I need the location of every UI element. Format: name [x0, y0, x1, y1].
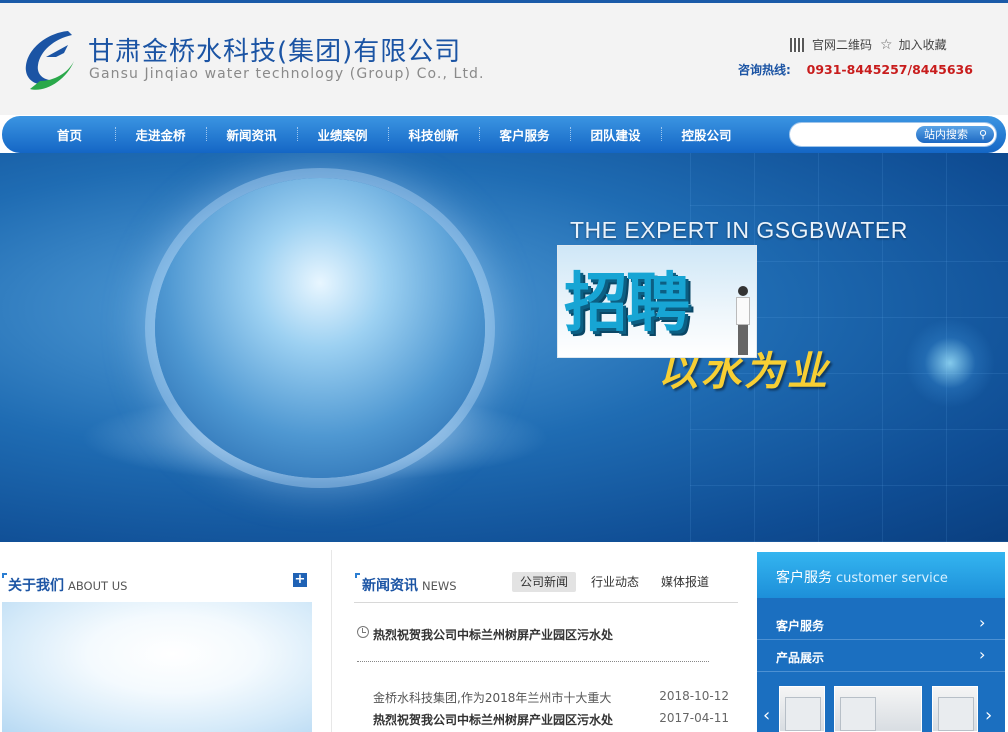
tab-industry-news[interactable]: 行业动态: [583, 572, 647, 592]
add-favorite-link[interactable]: 加入收藏: [899, 36, 947, 53]
product-thumbnail[interactable]: [834, 686, 922, 732]
more-plus-icon[interactable]: +: [293, 573, 307, 587]
logo-icon[interactable]: [16, 23, 80, 95]
site-header: 甘肃金桥水科技(集团)有限公司 Gansu Jinqiao water tech…: [0, 3, 1008, 115]
star-icon: ☆: [880, 36, 893, 53]
about-title: 关于我们 ABOUT US: [8, 575, 127, 595]
nav-item-innovation[interactable]: 科技创新: [388, 125, 479, 144]
product-thumbnail[interactable]: [932, 686, 978, 732]
brand-name-en: Gansu Jinqiao water technology (Group) C…: [89, 66, 485, 82]
service-link-label: 客户服务: [776, 619, 825, 633]
tab-company-news[interactable]: 公司新闻: [512, 572, 577, 592]
search-button-label: 站内搜索: [924, 128, 968, 141]
recruitment-popup[interactable]: 招聘: [557, 245, 757, 358]
hero-banner[interactable]: THE EXPERT IN GSGBWATER 以水为业 招聘: [0, 153, 1008, 542]
service-link-label: 产品展示: [776, 651, 825, 665]
nav-item-news[interactable]: 新闻资讯: [206, 125, 297, 144]
news-item-title: 金桥水科技集团,作为2018年兰州市十大重大: [373, 691, 612, 705]
news-title-cn: 新闻资讯: [362, 578, 418, 594]
service-title-cn: 客户服务: [776, 570, 832, 586]
news-list-item[interactable]: 金桥水科技集团,作为2018年兰州市十大重大 2018-10-12: [373, 689, 729, 706]
news-item-date: 2018-10-12: [659, 689, 729, 703]
news-tabs: 公司新闻 行业动态 媒体报道: [512, 572, 717, 592]
customer-service-panel: 客户服务 customer service 客户服务 › 产品展示 › ‹ ›: [757, 552, 1005, 732]
news-title-en: NEWS: [422, 579, 457, 593]
carousel-next-icon[interactable]: ›: [985, 706, 999, 728]
service-link-products[interactable]: 产品展示 ›: [757, 640, 1005, 672]
about-title-en: ABOUT US: [68, 579, 128, 593]
qr-code-link[interactable]: 官网二维码: [812, 36, 872, 53]
nav-item-service[interactable]: 客户服务: [479, 125, 570, 144]
person-figure: [734, 286, 752, 356]
news-title: 新闻资讯 NEWS: [362, 575, 457, 595]
hotline-number: 0931-8445257/8445636: [806, 62, 973, 77]
about-title-cn: 关于我们: [8, 578, 64, 594]
recruitment-text: 招聘: [564, 267, 690, 341]
tab-media-reports[interactable]: 媒体报道: [653, 572, 717, 592]
search-input[interactable]: [800, 126, 910, 143]
brand-name-cn[interactable]: 甘肃金桥水科技(集团)有限公司: [88, 31, 461, 68]
nav-item-about[interactable]: 走进金桥: [115, 125, 206, 144]
news-divider: [354, 602, 738, 603]
about-section: 关于我们 ABOUT US +: [0, 560, 330, 732]
service-body: 客户服务 › 产品展示 › ‹ ›: [757, 598, 1005, 732]
clock-icon: [357, 626, 369, 638]
chevron-right-icon: ›: [979, 613, 986, 632]
about-image: [2, 602, 312, 732]
news-item-date: 2017-04-11: [659, 711, 729, 725]
search-box: 站内搜索 ⚲: [789, 122, 997, 147]
nav-item-team[interactable]: 团队建设: [570, 125, 661, 144]
hotline-label: 咨询热线:: [738, 63, 791, 77]
qr-code-icon: [790, 37, 804, 52]
search-icon: ⚲: [978, 128, 987, 141]
product-carousel: ‹ ›: [757, 686, 1005, 732]
search-button[interactable]: 站内搜索 ⚲: [916, 126, 994, 143]
service-title-en: customer service: [836, 571, 948, 586]
nav-item-cases[interactable]: 业绩案例: [297, 125, 388, 144]
service-header: 客户服务 customer service: [757, 552, 1005, 598]
product-thumbnail[interactable]: [779, 686, 825, 732]
news-section: 新闻资讯 NEWS 公司新闻 行业动态 媒体报道 热烈祝贺我公司中标兰州树屏产业园…: [354, 560, 740, 732]
news-headline[interactable]: 热烈祝贺我公司中标兰州树屏产业园区污水处: [373, 626, 613, 643]
nav-item-holding[interactable]: 控股公司: [661, 125, 752, 144]
chevron-right-icon: ›: [979, 645, 986, 664]
news-item-title: 热烈祝贺我公司中标兰州树屏产业园区污水处: [373, 713, 614, 727]
top-links: 官网二维码 ☆ 加入收藏: [790, 36, 947, 53]
hotline: 咨询热线: 0931-8445257/8445636: [738, 61, 973, 78]
dotted-divider: [357, 661, 709, 662]
nav-item-home[interactable]: 首页: [24, 125, 115, 144]
main-nav: 首页 走进金桥 新闻资讯 业绩案例 科技创新 客户服务 团队建设 控股公司 站内…: [2, 116, 1006, 153]
news-list-item[interactable]: 热烈祝贺我公司中标兰州树屏产业园区污水处 2017-04-11: [373, 711, 729, 728]
corner-mark: [355, 573, 360, 578]
banner-tagline: THE EXPERT IN GSGBWATER: [570, 217, 908, 243]
carousel-prev-icon[interactable]: ‹: [763, 706, 777, 728]
service-link-customer-service[interactable]: 客户服务 ›: [757, 608, 1005, 640]
light-glow: [905, 318, 995, 408]
column-divider: [331, 550, 332, 732]
water-sphere-image: [155, 178, 485, 478]
corner-mark: [2, 573, 7, 578]
